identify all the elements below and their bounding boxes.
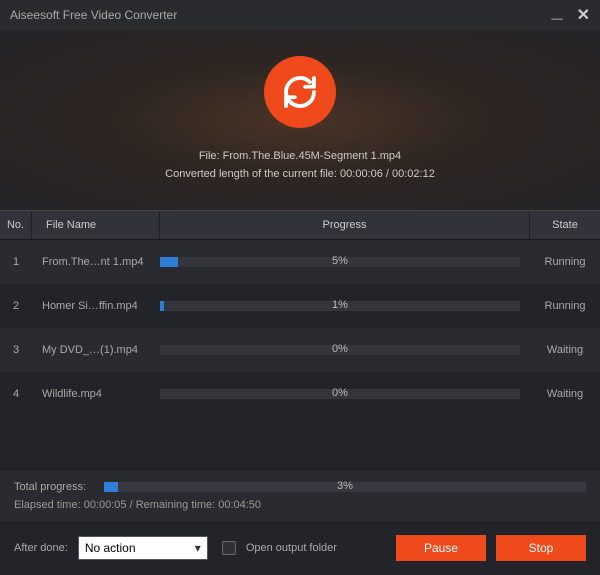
summary-panel: Total progress: 3% Elapsed time: 00:00:0… [0, 471, 600, 521]
progress-bar: 0% [160, 389, 520, 399]
current-file-progress-text: Converted length of the current file: 00… [165, 166, 435, 184]
table-body: 1From.The…nt 1.mp45%Running2Homer Si…ffi… [0, 240, 600, 416]
open-output-folder-label: Open output folder [246, 542, 337, 554]
cell-progress: 0% [160, 389, 530, 399]
after-done-select[interactable]: No action [78, 536, 208, 560]
col-header-no: No. [0, 211, 32, 239]
col-header-name: File Name [32, 211, 160, 239]
cell-no: 1 [0, 256, 32, 268]
total-progress-fill [104, 482, 118, 492]
stop-button[interactable]: Stop [496, 535, 586, 561]
progress-bar: 5% [160, 257, 520, 267]
cell-filename: My DVD_…(1).mp4 [32, 344, 160, 356]
progress-percent: 1% [332, 299, 348, 311]
app-window: Aiseesoft Free Video Converter _ ✕ File:… [0, 0, 600, 575]
cell-progress: 0% [160, 345, 530, 355]
open-output-folder-checkbox[interactable] [222, 541, 236, 555]
window-controls: _ ✕ [551, 4, 590, 27]
table-row[interactable]: 3My DVD_…(1).mp4 0% Waiting [0, 328, 600, 372]
cell-filename: From.The…nt 1.mp4 [32, 256, 160, 268]
titlebar[interactable]: Aiseesoft Free Video Converter _ ✕ [0, 0, 600, 30]
total-progress-label: Total progress: [14, 481, 104, 493]
cell-no: 2 [0, 300, 32, 312]
current-file-name: File: From.The.Blue.45M-Segment 1.mp4 [165, 148, 435, 166]
total-progress-row: Total progress: 3% [14, 481, 586, 493]
progress-fill [160, 257, 178, 267]
hero-panel: File: From.The.Blue.45M-Segment 1.mp4 Co… [0, 30, 600, 210]
col-header-progress: Progress [160, 211, 530, 239]
pause-button[interactable]: Pause [396, 535, 486, 561]
table-row[interactable]: 1From.The…nt 1.mp4 5% Running [0, 240, 600, 284]
after-done-value: No action [85, 541, 136, 555]
elapsed-remaining-time: Elapsed time: 00:00:05 / Remaining time:… [14, 499, 586, 511]
close-button[interactable]: ✕ [577, 5, 590, 25]
total-progress-bar: 3% [104, 482, 586, 492]
col-header-state: State [530, 211, 600, 239]
total-progress-percent: 3% [337, 480, 353, 492]
progress-percent: 0% [332, 387, 348, 399]
table-row[interactable]: 4Wildlife.mp4 0% Waiting [0, 372, 600, 416]
progress-bar: 1% [160, 301, 520, 311]
app-title: Aiseesoft Free Video Converter [10, 8, 551, 22]
after-done-label: After done: [14, 542, 68, 554]
convert-spinner-icon [264, 56, 336, 128]
progress-percent: 5% [332, 255, 348, 267]
footer-bar: After done: No action Open output folder… [0, 521, 600, 575]
progress-bar: 0% [160, 345, 520, 355]
cell-state: Running [530, 300, 600, 312]
table-row[interactable]: 2Homer Si…ffin.mp4 1% Running [0, 284, 600, 328]
file-table: No. File Name Progress State 1From.The…n… [0, 210, 600, 471]
cell-no: 3 [0, 344, 32, 356]
progress-percent: 0% [332, 343, 348, 355]
cell-state: Running [530, 256, 600, 268]
cell-state: Waiting [530, 388, 600, 400]
cell-filename: Wildlife.mp4 [32, 388, 160, 400]
cell-state: Waiting [530, 344, 600, 356]
minimize-button[interactable]: _ [551, 0, 562, 23]
cell-no: 4 [0, 388, 32, 400]
cell-progress: 1% [160, 301, 530, 311]
current-file-info: File: From.The.Blue.45M-Segment 1.mp4 Co… [165, 148, 435, 183]
cell-progress: 5% [160, 257, 530, 267]
cell-filename: Homer Si…ffin.mp4 [32, 300, 160, 312]
progress-fill [160, 301, 164, 311]
table-header: No. File Name Progress State [0, 210, 600, 240]
